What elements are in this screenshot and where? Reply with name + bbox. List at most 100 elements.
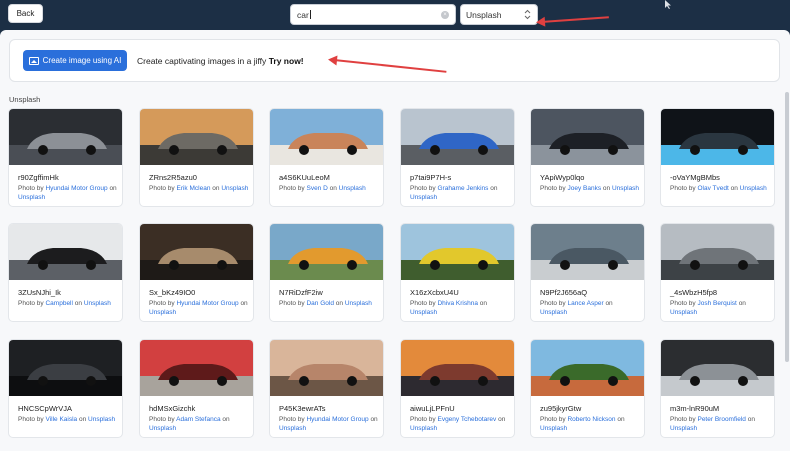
photo-thumbnail[interactable]: [531, 340, 645, 396]
credit-prefix: Photo by: [18, 416, 44, 423]
clear-search-icon[interactable]: ×: [441, 11, 449, 19]
photo-thumbnail[interactable]: [661, 340, 775, 396]
photo-card[interactable]: _4sWbzH5fp8 Photo by Josh Berquist on Uns…: [660, 223, 775, 322]
author-link[interactable]: Dhiva Krishna: [437, 300, 477, 307]
create-image-ai-label: Create image using AI: [42, 56, 122, 65]
photo-thumbnail[interactable]: [140, 224, 254, 280]
photo-thumbnail[interactable]: [9, 340, 123, 396]
credit-prefix: Photo by: [149, 416, 175, 423]
unsplash-link[interactable]: Unsplash: [540, 309, 567, 316]
credit-on: on: [602, 185, 611, 192]
author-link[interactable]: Roberto Nickson: [567, 416, 615, 423]
unsplash-link[interactable]: Unsplash: [670, 309, 697, 316]
unsplash-link[interactable]: Unsplash: [670, 425, 697, 432]
photo-thumbnail[interactable]: [9, 224, 123, 280]
photo-card[interactable]: -oVaYMgBMbs Photo by Olav Tvedt on Unspla…: [660, 108, 775, 207]
photo-thumbnail[interactable]: [9, 109, 123, 165]
photo-id: HNCSCpWrVJA: [18, 404, 73, 413]
unsplash-link[interactable]: Unsplash: [84, 300, 111, 307]
main-content: Create image using AI Create captivating…: [0, 30, 790, 451]
photo-thumbnail[interactable]: [401, 224, 515, 280]
unsplash-link[interactable]: Unsplash: [540, 425, 567, 432]
unsplash-link[interactable]: Unsplash: [410, 309, 437, 316]
credit-prefix: Photo by: [18, 185, 44, 192]
author-link[interactable]: Hyundai Motor Group: [45, 185, 107, 192]
photo-thumbnail[interactable]: [401, 109, 515, 165]
author-link[interactable]: Grahame Jenkins: [437, 185, 488, 192]
author-link[interactable]: Peter Broomfield: [697, 416, 745, 423]
photo-card[interactable]: YApiWyp0lqo Photo by Joey Banks on Unspla…: [530, 108, 645, 207]
credit-on: on: [370, 416, 378, 423]
author-link[interactable]: Lance Asper: [567, 300, 603, 307]
credit-prefix: Photo by: [149, 185, 175, 192]
photo-card[interactable]: HNCSCpWrVJA Photo by Ville Kaisla on Unsp…: [8, 339, 123, 438]
author-link[interactable]: Evgeny Tchebotarev: [437, 416, 496, 423]
unsplash-link[interactable]: Unsplash: [149, 309, 176, 316]
photo-card[interactable]: r90ZgffimHk Photo by Hyundai Motor Group …: [8, 108, 123, 207]
unsplash-link[interactable]: Unsplash: [740, 185, 767, 192]
author-link[interactable]: Olav Tvedt: [697, 185, 728, 192]
ai-promo-banner: Create image using AI Create captivating…: [9, 39, 780, 82]
photo-thumbnail[interactable]: [401, 340, 515, 396]
photo-thumbnail[interactable]: [270, 109, 384, 165]
photo-thumbnail[interactable]: [661, 224, 775, 280]
unsplash-link[interactable]: Unsplash: [18, 194, 45, 201]
photo-card[interactable]: X16zXcbxU4U Photo by Dhiva Krishna on Uns…: [400, 223, 515, 322]
unsplash-link[interactable]: Unsplash: [149, 425, 176, 432]
photo-thumbnail[interactable]: [531, 109, 645, 165]
credit-on: on: [479, 300, 487, 307]
create-image-ai-button[interactable]: Create image using AI: [23, 50, 127, 71]
author-link[interactable]: Hyundai Motor Group: [306, 416, 368, 423]
photo-card[interactable]: 3ZUsNJhi_Ik Photo by Campbell on Unsplash: [8, 223, 123, 322]
photo-credit: Photo by Erik Mclean on Unsplash: [149, 184, 249, 193]
photo-card[interactable]: N7RiDzfF2iw Photo by Dan Gold on Unsplash: [269, 223, 384, 322]
credit-prefix: Photo by: [279, 300, 305, 307]
photo-card[interactable]: P45K3ewrATs Photo by Hyundai Motor Group …: [269, 339, 384, 438]
try-now-link[interactable]: Try now!: [269, 56, 304, 66]
unsplash-link[interactable]: Unsplash: [410, 425, 437, 432]
photo-card[interactable]: p7tai9P7H-s Photo by Grahame Jenkins on U…: [400, 108, 515, 207]
author-link[interactable]: Hyundai Motor Group: [176, 300, 238, 307]
author-link[interactable]: Josh Berquist: [697, 300, 736, 307]
photo-thumbnail[interactable]: [140, 340, 254, 396]
source-select[interactable]: Unsplash: [460, 4, 538, 25]
photo-credit: Photo by Josh Berquist on Unsplash: [670, 299, 770, 317]
unsplash-link[interactable]: Unsplash: [612, 185, 639, 192]
photo-credit: Photo by Roberto Nickson on Unsplash: [540, 415, 640, 433]
author-link[interactable]: Adam Stefanca: [176, 416, 220, 423]
unsplash-link[interactable]: Unsplash: [345, 300, 372, 307]
photo-credit: Photo by Olav Tvedt on Unsplash: [670, 184, 770, 193]
photo-card[interactable]: N9Pf2J656aQ Photo by Lance Asper on Unspl…: [530, 223, 645, 322]
photo-thumbnail[interactable]: [270, 224, 384, 280]
promo-message: Create captivating images in a jiffy: [137, 56, 267, 66]
author-link[interactable]: Sven D: [306, 185, 327, 192]
photo-card[interactable]: hdMSxGizchk Photo by Adam Stefanca on Uns…: [139, 339, 254, 438]
author-link[interactable]: Dan Gold: [306, 300, 333, 307]
photo-card[interactable]: a4S6KUuLeoM Photo by Sven D on Unsplash: [269, 108, 384, 207]
unsplash-link[interactable]: Unsplash: [279, 425, 306, 432]
unsplash-link[interactable]: Unsplash: [339, 185, 366, 192]
back-button[interactable]: Back: [8, 4, 43, 23]
unsplash-link[interactable]: Unsplash: [410, 194, 437, 201]
search-value: car: [297, 10, 311, 20]
author-link[interactable]: Campbell: [45, 300, 72, 307]
photo-card[interactable]: zu95jkyrGtw Photo by Roberto Nickson on U…: [530, 339, 645, 438]
photo-thumbnail[interactable]: [531, 224, 645, 280]
unsplash-link[interactable]: Unsplash: [88, 416, 115, 423]
author-link[interactable]: Erik Mclean: [176, 185, 210, 192]
scrollbar[interactable]: [785, 92, 789, 362]
author-link[interactable]: Joey Banks: [567, 185, 601, 192]
photo-card[interactable]: Sx_bKz49IO0 Photo by Hyundai Motor Group …: [139, 223, 254, 322]
photo-thumbnail[interactable]: [140, 109, 254, 165]
search-input[interactable]: car ×: [290, 4, 456, 25]
photo-thumbnail[interactable]: [270, 340, 384, 396]
photo-card[interactable]: aiwuLjLPFnU Photo by Evgeny Tchebotarev o…: [400, 339, 515, 438]
author-link[interactable]: Ville Kaisla: [45, 416, 77, 423]
photo-card[interactable]: ZRns2R5azu0 Photo by Erik Mclean on Unspl…: [139, 108, 254, 207]
photo-id: Sx_bKz49IO0: [149, 288, 196, 297]
photo-credit: Photo by Campbell on Unsplash: [18, 299, 118, 308]
photo-thumbnail[interactable]: [661, 109, 775, 165]
photo-card[interactable]: m3m-lnR90uM Photo by Peter Broomfield on …: [660, 339, 775, 438]
unsplash-link[interactable]: Unsplash: [221, 185, 248, 192]
photo-credit: Photo by Evgeny Tchebotarev on Unsplash: [410, 415, 510, 433]
